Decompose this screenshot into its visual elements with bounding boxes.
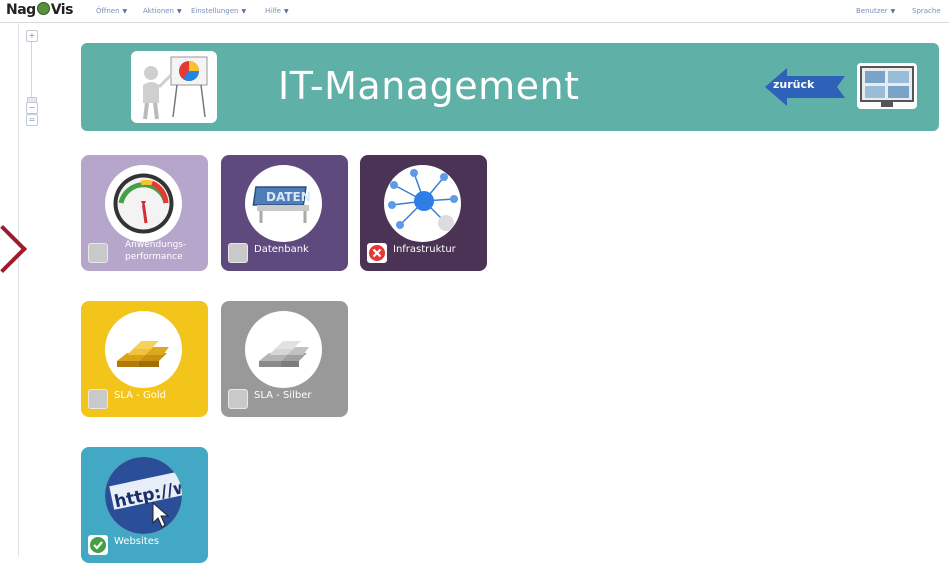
gauge-icon bbox=[105, 165, 182, 242]
tile-label-line2: performance bbox=[125, 252, 183, 262]
status-critical-icon[interactable] bbox=[367, 243, 387, 263]
database-icon: DATEN bbox=[245, 165, 322, 242]
presentation-icon bbox=[131, 51, 217, 123]
menu-settings[interactable]: Einstellungen ▼ bbox=[191, 7, 246, 15]
status-ok-icon[interactable] bbox=[88, 535, 108, 555]
monitor-screens-icon[interactable] bbox=[857, 63, 917, 109]
header-banner: IT-Management zurück bbox=[81, 43, 939, 131]
logo-text-right: Vis bbox=[50, 2, 74, 18]
menu-user[interactable]: Benutzer ▼ bbox=[856, 7, 895, 15]
menu-help[interactable]: Hilfe ▼ bbox=[265, 7, 289, 15]
menu-settings-label: Einstellungen bbox=[191, 7, 239, 15]
chevron-down-icon: ▼ bbox=[122, 8, 128, 15]
menu-language[interactable]: Sprache bbox=[912, 7, 941, 15]
logo-text-left: Nag bbox=[6, 2, 36, 18]
tile-label: Websites bbox=[114, 536, 160, 547]
tile-websites[interactable]: http://w Websites bbox=[81, 447, 208, 563]
sidebar-toggle-arrow-icon[interactable] bbox=[0, 224, 28, 274]
tile-label: SLA - Silber bbox=[254, 390, 312, 401]
menu-user-label: Benutzer bbox=[856, 7, 888, 15]
zoom-control: + − = bbox=[26, 30, 38, 126]
tile-datenbank[interactable]: DATEN Datenbank bbox=[221, 155, 348, 271]
nagvis-logo[interactable]: Nag Vis bbox=[6, 2, 73, 18]
status-unknown-icon[interactable] bbox=[88, 389, 108, 409]
tile-infrastruktur[interactable]: Infrastruktur bbox=[360, 155, 487, 271]
tile-label: Infrastruktur bbox=[393, 244, 456, 255]
network-icon bbox=[384, 165, 461, 242]
menu-language-label: Sprache bbox=[912, 7, 941, 15]
tile-sla-gold[interactable]: SLA - Gold bbox=[81, 301, 208, 417]
tile-label: Anwendungs- performance bbox=[125, 239, 186, 263]
sidebar-divider bbox=[18, 22, 19, 557]
page-title: IT-Management bbox=[278, 64, 580, 108]
svg-text:DATEN: DATEN bbox=[266, 190, 311, 204]
menu-open[interactable]: Öffnen ▼ bbox=[96, 7, 127, 15]
status-unknown-icon[interactable] bbox=[228, 243, 248, 263]
status-unknown-icon[interactable] bbox=[88, 243, 108, 263]
zoom-slider-track[interactable] bbox=[31, 42, 32, 102]
chevron-down-icon: ▼ bbox=[283, 8, 289, 15]
tile-anwendungsperformance[interactable]: Anwendungs- performance bbox=[81, 155, 208, 271]
gold-bars-icon bbox=[105, 311, 182, 388]
status-unknown-icon[interactable] bbox=[228, 389, 248, 409]
zoom-fit-button[interactable]: = bbox=[26, 114, 38, 126]
zoom-in-button[interactable]: + bbox=[26, 30, 38, 42]
zoom-out-button[interactable]: − bbox=[26, 102, 38, 114]
menu-actions-label: Aktionen bbox=[143, 7, 174, 15]
tile-label-line1: Anwendungs- bbox=[125, 240, 187, 250]
silver-bars-icon bbox=[245, 311, 322, 388]
menu-open-label: Öffnen bbox=[96, 7, 120, 15]
tile-label: Datenbank bbox=[254, 244, 309, 255]
tile-sla-silber[interactable]: SLA - Silber bbox=[221, 301, 348, 417]
chevron-down-icon: ▼ bbox=[241, 8, 247, 15]
chevron-down-icon: ▼ bbox=[890, 8, 896, 15]
chevron-down-icon: ▼ bbox=[177, 8, 182, 15]
logo-globe-icon bbox=[36, 2, 50, 15]
tile-label: SLA - Gold bbox=[114, 390, 166, 401]
menu-actions[interactable]: Aktionen ▼ bbox=[143, 7, 182, 15]
menu-help-label: Hilfe bbox=[265, 7, 281, 15]
top-menu-bar: Nag Vis Öffnen ▼ Aktionen ▼ Einstellungen ▼ … bbox=[0, 0, 949, 23]
http-icon: http://w bbox=[105, 457, 182, 534]
back-button-label[interactable]: zurück bbox=[773, 78, 814, 91]
